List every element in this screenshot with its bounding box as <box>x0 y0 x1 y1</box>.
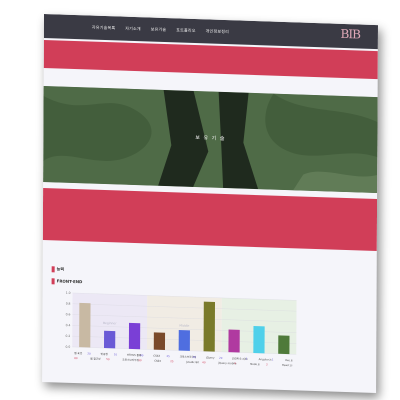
chart-legend-row1: 40 <box>140 353 144 357</box>
back-end-title: BACK-END <box>48 384 71 390</box>
chart-legend-row1: 반응형 <box>101 352 109 356</box>
nav-menu: 자유기술목록 자기소개 보유기술 포트폴리오 개인정보정리 <box>92 25 229 36</box>
chart-legend-row2: 30 <box>138 358 142 362</box>
chart-y-tick: 0.4 <box>66 323 71 327</box>
chart-legend-row2: CSS3 <box>154 359 161 363</box>
chart-bar <box>128 322 141 350</box>
chart-legend-row2: 40 <box>202 360 206 364</box>
chart-legend-row1: CSS3 <box>153 354 160 358</box>
site-logo[interactable]: BIB <box>341 27 360 42</box>
chart-band-label: Beginner <box>103 321 117 325</box>
chart-legend-row2: 25 <box>170 359 174 363</box>
chart-bar <box>103 330 116 349</box>
chart-legend-row1: 웹 표준 <box>74 351 83 355</box>
chart-legend-row2: 80 <box>74 356 78 360</box>
nav-item-1[interactable]: 자유기술목록 <box>92 25 115 32</box>
chart-y-tick: 0.8 <box>66 302 71 306</box>
chart-legend-row1: 20 <box>87 351 91 355</box>
chart-y-tick: 0.0 <box>65 345 70 349</box>
chart-legend-row2: Node js <box>250 362 260 366</box>
chart-legend-row2: 크로스브라우징 <box>122 358 139 363</box>
chart-legend-row2: 50 <box>106 357 110 361</box>
chart-bar <box>153 332 166 351</box>
nav-item-4[interactable]: 포트폴리오 <box>176 27 195 34</box>
chart-legend-row2: JavaScript <box>185 360 199 364</box>
chart-bar <box>203 301 216 352</box>
chart-band-label: Middle <box>179 323 189 327</box>
subsection-title: FRONT-END <box>56 278 83 285</box>
chart-legend-row2: 웹 접근성 <box>90 357 101 361</box>
chart-legend-row1: 20 <box>219 356 223 360</box>
hero-banner: 보 유 기 술 <box>43 85 378 194</box>
accent-band-bottom <box>42 187 378 252</box>
nav-item-3[interactable]: 보유기술 <box>151 27 167 34</box>
section-marker <box>51 266 55 273</box>
chart-y-tick: 0.2 <box>66 334 71 338</box>
chart-legend-row1: 25 <box>166 354 170 358</box>
chart-bar <box>228 329 240 353</box>
subsection-marker <box>51 278 55 285</box>
chart-legend-row1: 1 <box>272 358 274 362</box>
chart-bar <box>178 329 190 351</box>
chart-bar <box>253 325 265 354</box>
chart-y-tick: 0.6 <box>66 312 71 316</box>
nav-item-5[interactable]: 개인정보정리 <box>206 28 229 35</box>
skills-section: 능력 FRONT-END BeginnerMiddleMaster1.00.80… <box>51 266 357 386</box>
chart-bar <box>79 302 91 348</box>
chart-legend-row1: 10 <box>114 352 118 356</box>
chart-legend-row1: 45 <box>193 355 197 359</box>
skills-bar-chart: BeginnerMiddleMaster1.00.80.60.40.20.0웹 … <box>65 291 297 367</box>
chart-bar <box>278 335 290 355</box>
section-title: 능력 <box>56 266 65 272</box>
chart-legend-row1: jQuery <box>205 355 215 359</box>
chart-y-tick: 1.0 <box>66 291 71 295</box>
chart-legend-row1: Vue js <box>285 358 293 362</box>
chart-legend-row2: React js <box>282 363 293 367</box>
nav-item-2[interactable]: 자기소개 <box>125 26 141 33</box>
chart-legend-row1: Angular js <box>259 357 273 361</box>
chart-legend-row2: 2 <box>266 362 268 366</box>
webpage: 자유기술목록 자기소개 보유기술 포트폴리오 개인정보정리 BIB 보 유 기 … <box>42 14 378 394</box>
